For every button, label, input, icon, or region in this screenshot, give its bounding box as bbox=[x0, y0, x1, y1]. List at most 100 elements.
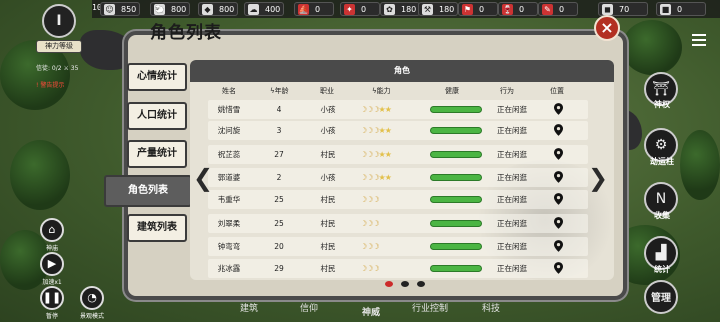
table-row[interactable]: 沈问旋 3 小孩 ☽☽☽★★ 正在闲逛 bbox=[208, 121, 588, 140]
cloud-icon: ☁ bbox=[248, 3, 259, 15]
nav-tech[interactable]: 科技 bbox=[482, 301, 500, 314]
location-pin-icon[interactable] bbox=[554, 217, 563, 229]
gather-label: 收集 bbox=[654, 211, 670, 220]
character-job: 村民 bbox=[320, 219, 336, 228]
character-age: 20 bbox=[274, 242, 284, 251]
next-page-arrow[interactable]: ❯ bbox=[588, 164, 608, 192]
prev-page-arrow[interactable]: ❮ bbox=[193, 164, 213, 192]
divine-power-label: 神权 bbox=[654, 100, 670, 109]
resource-flag: ⚑ 0 bbox=[458, 2, 498, 16]
resource-cloud: ☁ 400 bbox=[244, 2, 284, 16]
health-bar bbox=[430, 220, 482, 227]
character-name: 郭道婆 bbox=[217, 173, 241, 182]
table-row[interactable]: 姚惜雪 4 小孩 ☽☽☽★★ 正在闲逛 bbox=[208, 100, 588, 119]
page-dot[interactable] bbox=[417, 281, 425, 287]
close-button[interactable]: × bbox=[594, 15, 620, 41]
character-name: 韦重华 bbox=[217, 195, 241, 204]
character-age: 4 bbox=[276, 105, 282, 114]
col-location: 位置 bbox=[550, 87, 564, 95]
rank-emblem[interactable]: I bbox=[42, 4, 76, 38]
character-job: 村民 bbox=[320, 264, 336, 273]
character-action: 正在闲逛 bbox=[497, 105, 527, 114]
star-icon: ★★ bbox=[378, 105, 392, 114]
table-row[interactable]: 郭道婆 2 小孩 ☽☽☽★★ 正在闲逛 bbox=[208, 168, 588, 187]
character-action: 正在闲逛 bbox=[497, 173, 527, 182]
tab-characters[interactable]: 角色列表 bbox=[104, 175, 192, 207]
character-age: 27 bbox=[274, 150, 284, 159]
table-row[interactable]: 刘翠柔 25 村民 ☽☽☽ 正在闲逛 bbox=[208, 214, 588, 233]
resource-value: 70 bbox=[619, 4, 630, 14]
rank-button[interactable]: 神力等级 bbox=[36, 40, 82, 53]
character-age: 2 bbox=[276, 173, 282, 182]
location-pin-icon[interactable] bbox=[554, 171, 563, 183]
resource-value: 180 bbox=[401, 4, 417, 14]
boat-icon: ⛵ bbox=[298, 3, 309, 15]
character-job: 小孩 bbox=[320, 126, 336, 135]
tab-mood[interactable]: 心情统计 bbox=[127, 63, 187, 91]
character-job: 小孩 bbox=[320, 173, 336, 182]
moon-icon: ☽☽☽ bbox=[360, 150, 379, 159]
tab-buildings[interactable]: 建筑列表 bbox=[127, 214, 187, 242]
pause-button[interactable]: ❚❚ bbox=[40, 286, 64, 310]
character-job: 村民 bbox=[320, 195, 336, 204]
character-name: 姚惜雪 bbox=[217, 105, 241, 114]
col-job: 职业 bbox=[320, 87, 334, 95]
tree bbox=[10, 140, 70, 210]
location-pin-icon[interactable] bbox=[554, 148, 563, 160]
stone-icon: ◆ bbox=[202, 3, 213, 15]
col-name: 姓名 bbox=[222, 87, 236, 95]
nav-industry[interactable]: 行业控制 bbox=[412, 301, 448, 314]
scroll-icon: ✎ bbox=[542, 3, 553, 15]
resource-meat: ■ 0 bbox=[656, 2, 706, 16]
health-bar bbox=[430, 196, 482, 203]
follower-stat: 信徒: 0/2 ⚔ 35 bbox=[36, 65, 79, 72]
nav-building[interactable]: 建筑 bbox=[240, 301, 258, 314]
stats-label: 统计 bbox=[654, 265, 670, 274]
manage-label: 管理 bbox=[651, 293, 671, 304]
menu-icon[interactable] bbox=[690, 32, 708, 48]
health-bar bbox=[430, 265, 482, 272]
ability-rating: ☽☽☽★★ bbox=[360, 168, 392, 187]
tab-production[interactable]: 产量统计 bbox=[127, 140, 187, 168]
character-age: 29 bbox=[274, 264, 284, 273]
temple-button[interactable]: ⌂ bbox=[40, 218, 64, 242]
character-age: 3 bbox=[276, 126, 282, 135]
health-bar bbox=[430, 243, 482, 250]
character-action: 正在闲逛 bbox=[497, 219, 527, 228]
location-pin-icon[interactable] bbox=[554, 240, 563, 252]
landscape-button[interactable]: ◔ bbox=[80, 286, 104, 310]
ability-rating: ☽☽☽★★ bbox=[360, 145, 392, 164]
character-name: 兆冰露 bbox=[217, 264, 241, 273]
resource-sheep: 🐑 800 bbox=[150, 2, 190, 16]
wine-icon: 🍷 bbox=[502, 3, 513, 15]
table-row[interactable]: 祝芷蕊 27 村民 ☽☽☽★★ 正在闲逛 bbox=[208, 145, 588, 164]
resource-value: 800 bbox=[219, 4, 235, 14]
tab-population[interactable]: 人口统计 bbox=[127, 102, 187, 130]
nav-divine[interactable]: 神威 bbox=[362, 305, 380, 318]
people-icon: ☺ bbox=[104, 3, 115, 15]
table-row[interactable]: 钟弯弯 20 村民 ☽☽☽ 正在闲逛 bbox=[208, 237, 588, 256]
tool-icon: ✦ bbox=[344, 3, 355, 15]
location-pin-icon[interactable] bbox=[554, 103, 563, 115]
moon-icon: ☽☽☽ bbox=[360, 195, 379, 204]
page-dot[interactable] bbox=[385, 281, 393, 287]
resource-value: 0 bbox=[315, 4, 321, 14]
location-pin-icon[interactable] bbox=[554, 193, 563, 205]
moon-icon: ☽☽☽ bbox=[360, 105, 379, 114]
resource-value: 850 bbox=[121, 4, 137, 14]
speed-button[interactable]: ▶ bbox=[40, 252, 64, 276]
ability-rating: ☽☽☽ bbox=[360, 259, 379, 278]
manage-button[interactable]: 管理 bbox=[644, 280, 678, 314]
table-row[interactable]: 韦重华 25 村民 ☽☽☽ 正在闲逛 bbox=[208, 190, 588, 209]
nav-faith[interactable]: 信仰 bbox=[300, 301, 318, 314]
location-pin-icon[interactable] bbox=[554, 124, 563, 136]
character-job: 村民 bbox=[320, 242, 336, 251]
table-row[interactable]: 兆冰露 29 村民 ☽☽☽ 正在闲逛 bbox=[208, 259, 588, 278]
col-action: 行为 bbox=[500, 87, 514, 95]
page-dot[interactable] bbox=[401, 281, 409, 287]
ability-rating: ☽☽☽★★ bbox=[360, 121, 392, 140]
flag-icon: ⚑ bbox=[462, 3, 473, 15]
home-icon: ⌂ bbox=[48, 223, 56, 236]
location-pin-icon[interactable] bbox=[554, 262, 563, 274]
ability-rating: ☽☽☽ bbox=[360, 214, 379, 233]
